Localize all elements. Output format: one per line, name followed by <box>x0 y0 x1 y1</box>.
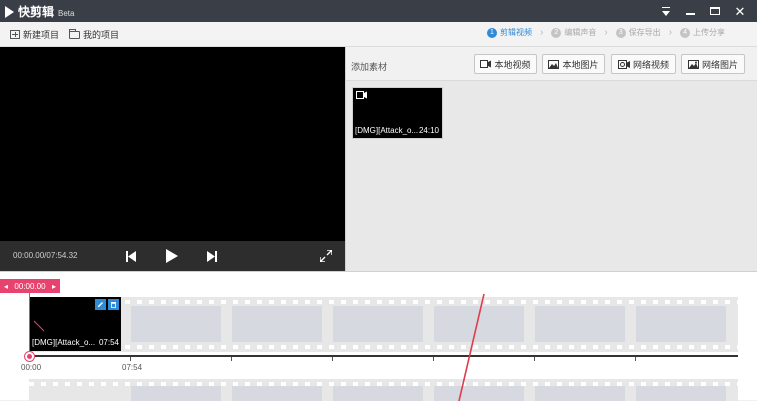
minimize-button[interactable] <box>678 0 702 22</box>
library-clip[interactable]: [DMG][Attack_o... 24:10 <box>352 87 443 139</box>
step-label: 保存导出 <box>628 28 661 37</box>
chevron-right-icon: › <box>604 27 608 38</box>
video-camera-icon <box>480 60 492 68</box>
skip-forward-icon <box>207 250 217 262</box>
media-library: 添加素材 本地视频 本地图片 网络视频 网络图片 [DMG][Attack_o.… <box>345 47 757 271</box>
app-beta-label: Beta <box>58 8 75 18</box>
clip-duration: 24:10 <box>418 126 439 135</box>
step-number: 2 <box>551 27 562 38</box>
new-project-button[interactable]: 新建项目 <box>10 28 59 41</box>
title-bar: 快剪辑 Beta ✕ <box>0 0 757 22</box>
step-number: 1 <box>487 27 497 38</box>
step-edit-audio[interactable]: 2 编辑声音 <box>551 27 596 38</box>
video-camera-icon <box>356 91 367 99</box>
clip-name: [DMG][Attack_o... <box>355 126 419 135</box>
dropdown-icon <box>662 6 670 16</box>
player-controls: 00:00.00/07:54.32 <box>0 241 345 271</box>
step-number: 3 <box>615 27 626 38</box>
step-edit-video[interactable]: 1 剪辑视频 <box>487 27 532 38</box>
toolbar: 新建项目 我的项目 1 剪辑视频 › 2 编辑声音 › 3 保存导出 › 4 上… <box>0 22 757 47</box>
my-projects-button[interactable]: 我的项目 <box>69 28 119 41</box>
library-title: 添加素材 <box>351 62 388 72</box>
local-image-button[interactable]: 本地图片 <box>542 54 605 74</box>
online-image-button[interactable]: 网络图片 <box>681 54 745 74</box>
local-image-label: 本地图片 <box>562 59 599 70</box>
workflow-steps: 1 剪辑视频 › 2 编辑声音 › 3 保存导出 › 4 上传分享 <box>487 27 725 38</box>
step-share[interactable]: 4 上传分享 <box>680 27 725 38</box>
close-icon: ✕ <box>734 3 746 19</box>
maximize-icon <box>710 7 720 15</box>
step-label: 编辑声音 <box>564 28 597 37</box>
next-button[interactable] <box>205 241 219 271</box>
chevron-right-icon: › <box>668 27 673 38</box>
online-video-label: 网络视频 <box>632 59 669 70</box>
app-title: 快剪辑 <box>18 5 55 19</box>
chevron-right-icon: › <box>540 27 544 38</box>
step-export[interactable]: 3 保存导出 <box>615 27 661 38</box>
previous-button[interactable] <box>124 241 138 271</box>
play-logo-icon <box>5 5 14 18</box>
player-timecode: 00:00.00/07:54.32 <box>13 251 78 260</box>
local-video-button[interactable]: 本地视频 <box>474 54 537 74</box>
new-project-icon <box>10 30 20 39</box>
red-pointer-line <box>458 293 485 401</box>
minimize-icon <box>685 13 695 15</box>
online-image-icon <box>687 59 699 69</box>
step-label: 上传分享 <box>693 28 726 37</box>
play-button[interactable] <box>164 241 180 271</box>
my-projects-label: 我的项目 <box>83 30 120 40</box>
maximize-button[interactable] <box>703 0 727 22</box>
close-button[interactable]: ✕ <box>728 0 752 22</box>
online-image-label: 网络图片 <box>701 59 738 70</box>
fullscreen-button[interactable] <box>318 241 334 271</box>
timeline: [DMG][Attack_o... 07:54 00:00 07:54 ◂ 00… <box>0 271 757 401</box>
online-video-icon <box>617 59 630 69</box>
image-icon <box>548 59 560 69</box>
play-icon <box>166 249 178 263</box>
video-preview[interactable] <box>0 47 345 270</box>
fullscreen-icon <box>320 250 332 262</box>
online-video-button[interactable]: 网络视频 <box>611 54 676 74</box>
new-project-label: 新建项目 <box>23 30 60 40</box>
step-number: 4 <box>680 27 691 38</box>
library-header: 添加素材 本地视频 本地图片 网络视频 网络图片 <box>346 47 757 81</box>
app-logo: 快剪辑 Beta <box>5 3 74 20</box>
skip-back-icon <box>126 250 136 262</box>
menu-dropdown-button[interactable] <box>654 0 678 22</box>
folder-icon <box>69 28 80 39</box>
local-video-label: 本地视频 <box>494 59 531 70</box>
step-label: 剪辑视频 <box>500 28 532 37</box>
